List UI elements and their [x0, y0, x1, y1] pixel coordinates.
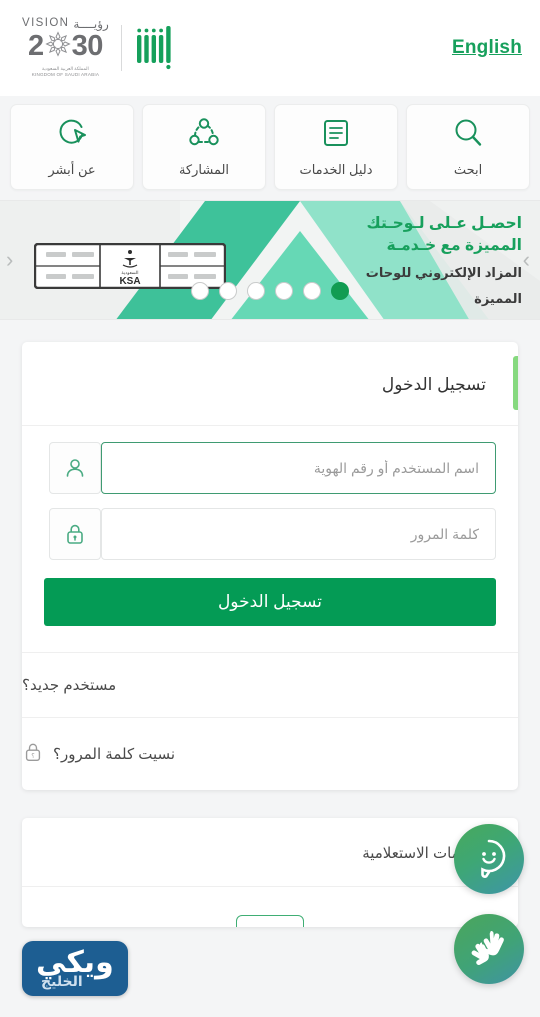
login-card: تسجيل الدخول تسجيل الدخول: [22, 342, 518, 790]
promo-carousel[interactable]: السعودية KSA احصـل عـلى لـوحـتك المميزة …: [0, 200, 540, 320]
banner-subline-1: المزاد الإلكتروني للوحات: [365, 264, 522, 280]
chat-assistant-button[interactable]: [454, 824, 524, 894]
carousel-dots[interactable]: [191, 282, 349, 300]
carousel-dot-6[interactable]: [191, 282, 209, 300]
carousel-dot-1[interactable]: [331, 282, 349, 300]
share-icon: [187, 116, 221, 155]
banner-headline: احصـل عـلى لـوحـتك المميزة مع خـدمـة: [366, 215, 522, 255]
tile-label: دليل الخدمات: [299, 162, 373, 177]
sign-language-button[interactable]: [454, 914, 524, 984]
carousel-dot-4[interactable]: [247, 282, 265, 300]
forgot-password-link[interactable]: ؟ نسيت كلمة المرور؟: [22, 717, 518, 790]
info-services-body: [22, 887, 518, 927]
info-services-pill-peek[interactable]: [236, 915, 304, 927]
vision-emblem-icon: [44, 31, 71, 63]
vision-word-en: VISION: [22, 17, 70, 30]
lock-icon: [49, 508, 101, 560]
new-user-link[interactable]: مستخدم جديد؟: [22, 652, 518, 717]
header-logos: VISION رؤيــــة 2 30 المملكة العربية الس…: [22, 18, 176, 78]
tile-label: ابحث: [453, 162, 483, 177]
info-services-card: الخدمات الاستعلامية: [22, 818, 518, 927]
carousel-dot-5[interactable]: [219, 282, 237, 300]
tile-participation[interactable]: المشاركة: [142, 104, 266, 190]
vision-year: 2 30: [28, 31, 103, 63]
search-icon: [451, 116, 485, 155]
chat-smiley-icon: [467, 835, 511, 884]
watermark-sub-text: الخليج: [41, 973, 83, 989]
password-field-row: [44, 508, 496, 560]
carousel-dot-2[interactable]: [303, 282, 321, 300]
lock-question-icon: ؟: [22, 741, 44, 767]
svg-text:؟: ؟: [31, 753, 34, 760]
vision-year-right: 30: [71, 30, 104, 63]
absher-logo: [134, 21, 176, 76]
carousel-dot-3[interactable]: [275, 282, 293, 300]
watermark-badge: ويكي الخليج: [22, 941, 128, 996]
vision-subtitle: المملكة العربية السعودية KINGDOM OF SAUD…: [32, 66, 99, 78]
login-card-title: تسجيل الدخول: [22, 342, 518, 426]
login-card-links: مستخدم جديد؟ ؟ نسيت كلمة المرور؟: [22, 652, 518, 790]
page-header: English VISION رؤيــــة 2 30 المملكة الع…: [0, 0, 540, 96]
vision-wordmark: VISION رؤيــــة: [22, 18, 109, 30]
login-submit-button[interactable]: تسجيل الدخول: [44, 578, 496, 626]
plate-country-en: KSA: [119, 276, 140, 287]
tile-search[interactable]: ابحث: [406, 104, 530, 190]
tile-label: عن أبشر: [48, 162, 96, 177]
quick-action-tiles: ابحث دليل الخدمات المشاركة عن أبشر: [0, 96, 540, 200]
sign-language-hands-icon: [467, 925, 511, 974]
vision-2030-logo: VISION رؤيــــة 2 30 المملكة العربية الس…: [22, 18, 109, 78]
vision-year-left: 2: [27, 30, 44, 63]
tile-about-absher[interactable]: عن أبشر: [10, 104, 134, 190]
tile-label: المشاركة: [178, 162, 230, 177]
info-services-title: الخدمات الاستعلامية: [22, 818, 518, 887]
forgot-password-label: نسيت كلمة المرور؟: [53, 746, 176, 763]
carousel-prev-arrow-icon[interactable]: ‹: [6, 249, 13, 271]
card-accent-bar: [513, 356, 518, 410]
carousel-next-arrow-icon[interactable]: ›: [523, 249, 530, 271]
services-guide-icon: [319, 116, 353, 155]
username-input[interactable]: [101, 442, 496, 494]
new-user-label: مستخدم جديد؟: [22, 677, 117, 694]
username-field-row: [44, 442, 496, 494]
about-absher-icon: [55, 116, 89, 155]
vision-subtitle-en: KINGDOM OF SAUDI ARABIA: [31, 72, 100, 77]
password-input[interactable]: [101, 508, 496, 560]
login-form: تسجيل الدخول: [22, 426, 518, 626]
user-icon: [49, 442, 101, 494]
vision-word-ar: رؤيــــة: [73, 16, 109, 31]
logo-divider: [120, 25, 122, 71]
tile-services-guide[interactable]: دليل الخدمات: [274, 104, 398, 190]
language-switch-link[interactable]: English: [452, 37, 522, 59]
